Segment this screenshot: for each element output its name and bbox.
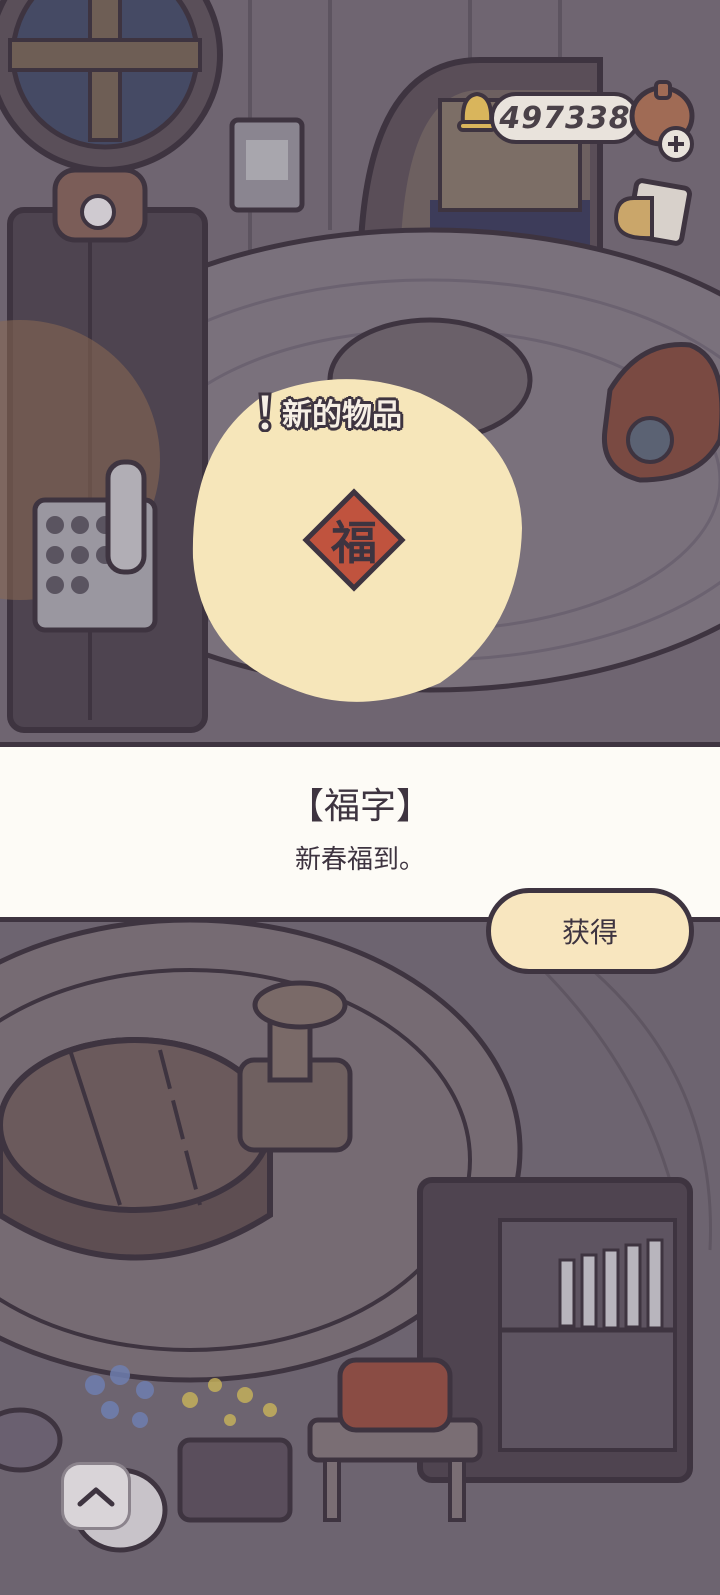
get-button[interactable]: 获得 <box>486 888 694 974</box>
item-description: 新春福到。 <box>294 845 425 875</box>
chevron-up-icon <box>77 1487 115 1507</box>
mail-icon <box>613 178 693 246</box>
mail-button[interactable] <box>612 178 693 250</box>
fu-diamond-icon: 福 <box>296 482 412 598</box>
exclamation-icon <box>258 392 272 433</box>
coin-counter: 497338 <box>490 92 640 144</box>
expand-menu-button[interactable] <box>64 1465 128 1527</box>
item-name: 【福字】 <box>287 786 432 827</box>
add-coins-button[interactable] <box>624 78 696 162</box>
plus-icon <box>629 80 695 162</box>
new-item-badge-text: 新的物品 <box>282 398 402 433</box>
fu-character: 福 <box>331 516 377 570</box>
new-item-badge: 新的物品 <box>258 388 402 436</box>
